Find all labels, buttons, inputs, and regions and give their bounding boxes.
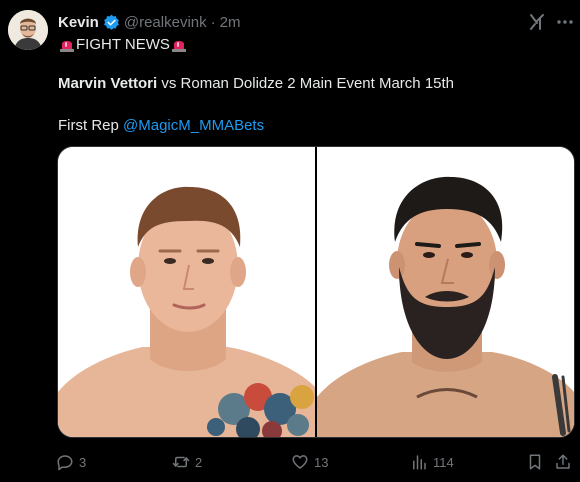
first-rep-label: First Rep bbox=[58, 117, 119, 134]
separator-dot: · bbox=[210, 13, 216, 31]
views-icon bbox=[413, 455, 426, 470]
reply-icon bbox=[57, 455, 73, 471]
fighter-name-bold: Marvin Vettori bbox=[58, 75, 158, 92]
like-count: 13 bbox=[314, 454, 329, 470]
siren-emoji-icon bbox=[171, 41, 186, 52]
tweet-matchup: Marvin Vettori vs Roman Dolidze 2 Main E… bbox=[58, 74, 454, 94]
tweet-actions: 3 2 13 114 bbox=[56, 452, 576, 472]
more-options-icon[interactable] bbox=[555, 12, 575, 32]
view-count: 114 bbox=[433, 454, 454, 470]
fighter-photo-right[interactable] bbox=[317, 147, 574, 437]
matchup-text: vs Roman Dolidze 2 Main Event March 15th bbox=[161, 75, 455, 92]
tweet-first-rep: First Rep @MagicM_MMABets bbox=[58, 116, 264, 136]
author-handle[interactable]: @realkevink bbox=[124, 14, 207, 31]
repost-icon bbox=[172, 456, 190, 468]
repost-count: 2 bbox=[195, 454, 203, 470]
timestamp[interactable]: 2m bbox=[220, 14, 241, 31]
views-button[interactable]: 114 bbox=[410, 452, 454, 472]
bookmark-button[interactable] bbox=[526, 452, 544, 472]
fighter-left-image bbox=[58, 147, 315, 437]
heart-icon bbox=[292, 455, 308, 469]
reply-button[interactable]: 3 bbox=[56, 452, 86, 472]
share-button[interactable] bbox=[554, 452, 572, 472]
share-icon bbox=[556, 454, 570, 469]
tweet-header: Kevin @realkevink · 2m bbox=[58, 12, 240, 32]
tweet-media[interactable] bbox=[57, 146, 575, 438]
like-button[interactable]: 13 bbox=[291, 452, 328, 472]
repost-button[interactable]: 2 bbox=[172, 452, 202, 472]
headline-text: FIGHT NEWS bbox=[76, 36, 170, 53]
avatar-photo bbox=[8, 10, 48, 50]
mention-link[interactable]: @MagicM_MMABets bbox=[123, 117, 264, 134]
fighter-right-image bbox=[317, 147, 574, 437]
bookmark-icon bbox=[529, 454, 541, 470]
tweet-headline: FIGHT NEWS bbox=[58, 35, 188, 55]
fighter-photo-left[interactable] bbox=[58, 147, 315, 437]
reply-count: 3 bbox=[79, 454, 87, 470]
siren-emoji-icon bbox=[60, 41, 74, 52]
grok-icon[interactable] bbox=[527, 12, 547, 32]
verified-badge-icon bbox=[103, 14, 119, 30]
author-name[interactable]: Kevin bbox=[58, 14, 99, 31]
avatar[interactable] bbox=[8, 10, 48, 50]
